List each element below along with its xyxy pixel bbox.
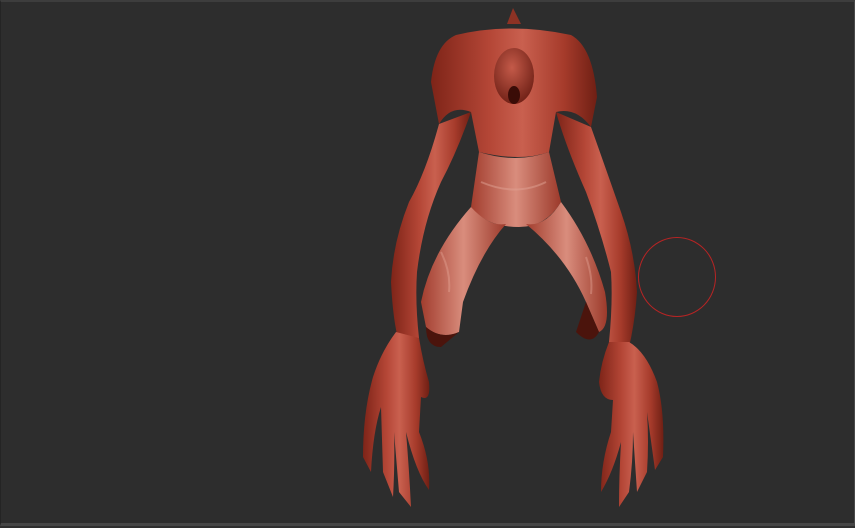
left-hand — [363, 332, 430, 507]
creature-sculpt-model — [363, 8, 664, 507]
right-hand — [599, 342, 664, 507]
left-leg — [421, 207, 506, 336]
sculpt-viewport[interactable] — [0, 0, 855, 526]
head-spike — [507, 8, 521, 24]
mouth — [508, 86, 520, 104]
brush-cursor-circle[interactable] — [638, 237, 716, 317]
